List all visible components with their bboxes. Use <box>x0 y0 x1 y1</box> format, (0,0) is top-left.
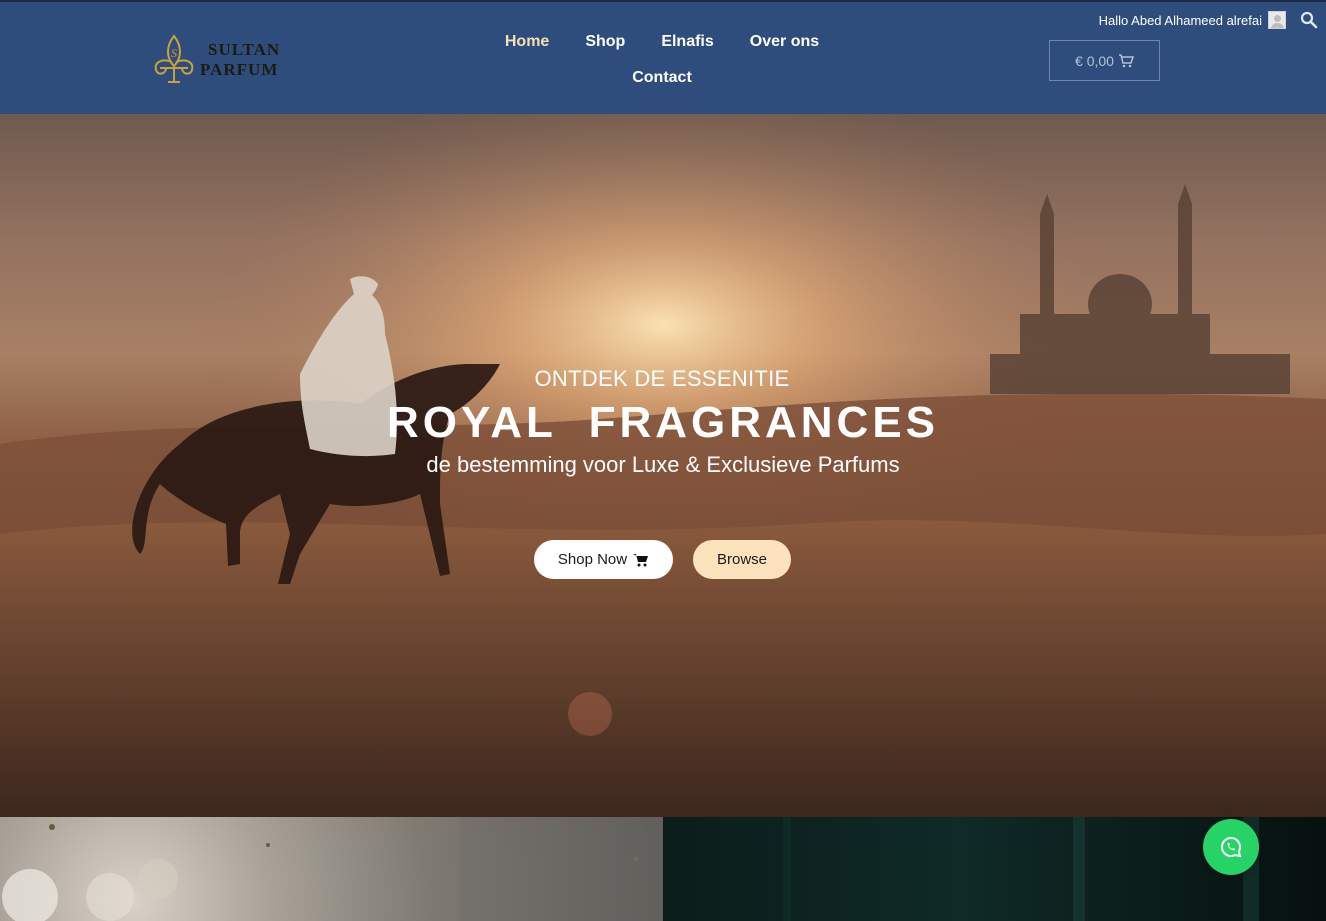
whatsapp-chat-button[interactable] <box>1203 819 1259 875</box>
promo-panel-left[interactable] <box>0 817 663 921</box>
user-avatar-icon <box>1268 11 1286 29</box>
hero-subtitle: de bestemming voor Luxe & Exclusieve Par… <box>426 452 900 477</box>
brand-name-line2: PARFUM <box>200 60 279 79</box>
nav-item-contact[interactable]: Contact <box>632 69 692 87</box>
user-greeting-text: Hallo Abed Alhameed alrefai <box>1098 12 1262 28</box>
nav-item-over-ons[interactable]: Over ons <box>750 33 819 51</box>
nav-item-shop[interactable]: Shop <box>585 33 625 51</box>
shop-now-label: Shop Now <box>557 551 628 568</box>
cart-icon <box>633 553 649 566</box>
svg-text:S: S <box>171 46 177 60</box>
site-header: S SULTAN PARFUM Home Shop Elnafis Over o… <box>0 0 1326 114</box>
browse-button[interactable]: Browse <box>693 540 791 579</box>
cart-icon <box>1118 53 1134 67</box>
shop-now-button[interactable]: Shop Now <box>534 540 673 579</box>
nav-item-home[interactable]: Home <box>505 33 549 51</box>
nav-item-elnafis[interactable]: Elnafis <box>661 33 713 51</box>
whatsapp-icon <box>1221 836 1242 858</box>
user-account-link[interactable]: Hallo Abed Alhameed alrefai <box>1099 11 1286 29</box>
brand-name-line1: SULTAN <box>208 40 281 59</box>
hero-banner: ONTDEK DE ESSENITIE ROYAL FRAGRANCES de … <box>0 114 1326 817</box>
hero-title: ROYAL FRAGRANCES <box>386 398 940 447</box>
brand-logo[interactable]: S SULTAN PARFUM <box>152 32 292 88</box>
hero-kicker: ONTDEK DE ESSENITIE <box>534 366 790 391</box>
main-nav: Home Shop Elnafis Over ons Contact <box>480 24 844 96</box>
bokeh-image <box>2 817 663 921</box>
cart-amount: € 0,00 <box>1075 52 1114 69</box>
search-icon[interactable] <box>1300 11 1318 29</box>
fleur-de-lis-logo-icon: S <box>154 34 194 83</box>
cart-button[interactable]: € 0,00 <box>1049 40 1160 81</box>
